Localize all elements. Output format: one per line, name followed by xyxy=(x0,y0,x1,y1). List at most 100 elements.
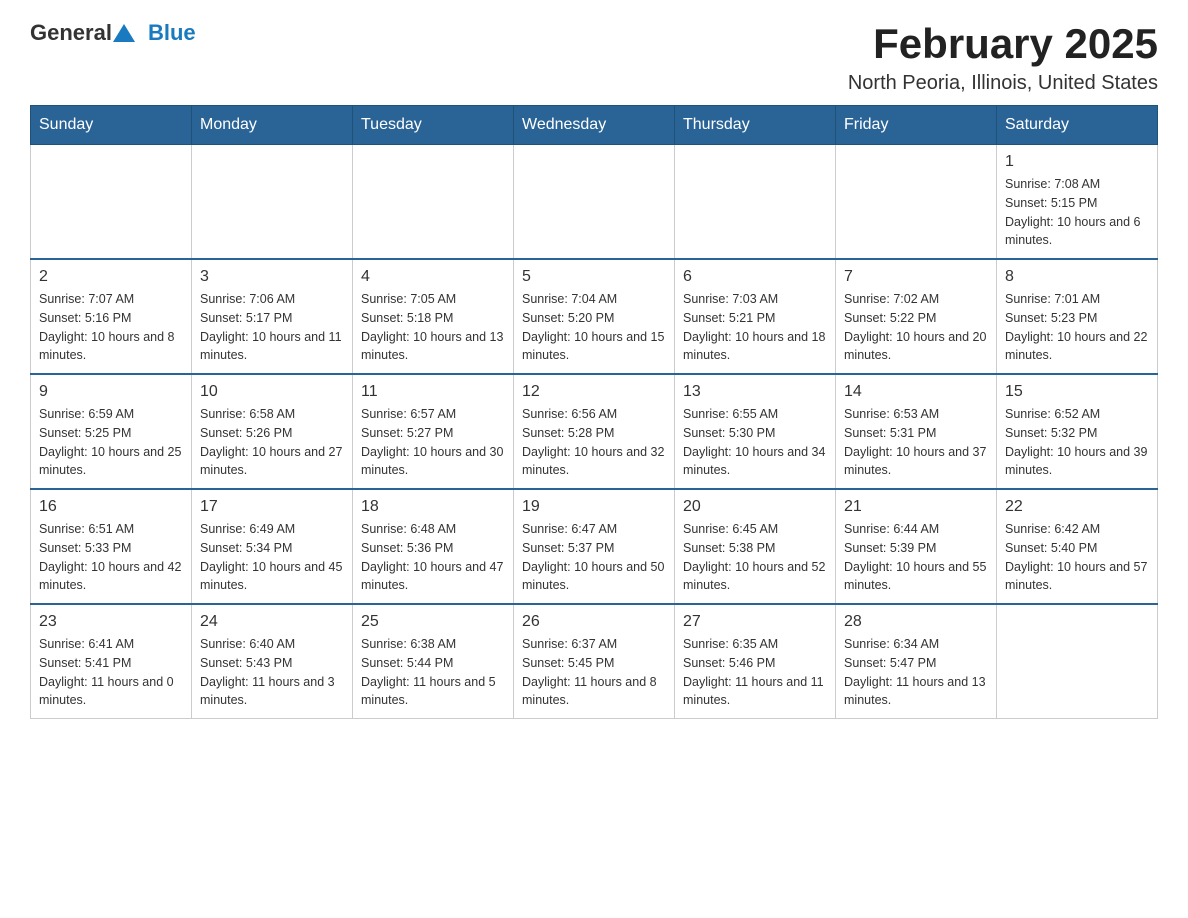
day-number: 23 xyxy=(39,613,183,631)
day-number: 25 xyxy=(361,613,505,631)
calendar-cell: 16 Sunrise: 6:51 AMSunset: 5:33 PMDayligh… xyxy=(31,489,192,604)
logo-text-general: General xyxy=(30,20,112,46)
calendar-cell: 14Sunrise: 6:53 AMSunset: 5:31 PMDayligh… xyxy=(836,374,997,489)
day-number: 17 xyxy=(200,498,344,516)
day-info: Sunrise: 7:01 AMSunset: 5:23 PMDaylight:… xyxy=(1005,290,1149,365)
day-info: Sunrise: 6:48 AMSunset: 5:36 PMDaylight:… xyxy=(361,520,505,595)
day-number: 16 xyxy=(39,498,183,516)
calendar-table: SundayMondayTuesdayWednesdayThursdayFrid… xyxy=(30,105,1158,719)
day-info: Sunrise: 7:06 AMSunset: 5:17 PMDaylight:… xyxy=(200,290,344,365)
day-number: 21 xyxy=(844,498,988,516)
day-number: 12 xyxy=(522,383,666,401)
calendar-week-row: 23 Sunrise: 6:41 AMSunset: 5:41 PMDayligh… xyxy=(31,604,1158,719)
day-number: 4 xyxy=(361,268,505,286)
day-number: 27 xyxy=(683,613,827,631)
calendar-cell: 12 Sunrise: 6:56 AMSunset: 5:28 PMDayligh… xyxy=(514,374,675,489)
calendar-cell: 1 Sunrise: 7:08 AMSunset: 5:15 PMDaylight… xyxy=(997,145,1158,260)
day-number: 19 xyxy=(522,498,666,516)
day-info: Sunrise: 6:40 AMSunset: 5:43 PMDaylight:… xyxy=(200,635,344,710)
day-info: Sunrise: 6:38 AMSunset: 5:44 PMDaylight:… xyxy=(361,635,505,710)
day-info: Sunrise: 7:04 AMSunset: 5:20 PMDaylight:… xyxy=(522,290,666,365)
calendar-header-saturday: Saturday xyxy=(997,106,1158,145)
page-header: General Blue February 2025 North Peoria,… xyxy=(30,20,1158,95)
month-title: February 2025 xyxy=(848,20,1158,68)
title-section: February 2025 North Peoria, Illinois, Un… xyxy=(848,20,1158,95)
calendar-cell: 13 Sunrise: 6:55 AMSunset: 5:30 PMDayligh… xyxy=(675,374,836,489)
day-info: Sunrise: 6:49 AMSunset: 5:34 PMDaylight:… xyxy=(200,520,344,595)
calendar-cell: 26Sunrise: 6:37 AMSunset: 5:45 PMDayligh… xyxy=(514,604,675,719)
calendar-week-row: 16 Sunrise: 6:51 AMSunset: 5:33 PMDayligh… xyxy=(31,489,1158,604)
day-info: Sunrise: 6:45 AMSunset: 5:38 PMDaylight:… xyxy=(683,520,827,595)
day-info: Sunrise: 6:35 AMSunset: 5:46 PMDaylight:… xyxy=(683,635,827,710)
calendar-cell: 25 Sunrise: 6:38 AMSunset: 5:44 PMDayligh… xyxy=(353,604,514,719)
day-number: 1 xyxy=(1005,153,1149,171)
day-info: Sunrise: 6:55 AMSunset: 5:30 PMDaylight:… xyxy=(683,405,827,480)
day-info: Sunrise: 6:57 AMSunset: 5:27 PMDaylight:… xyxy=(361,405,505,480)
calendar-cell xyxy=(353,145,514,260)
calendar-cell: 3 Sunrise: 7:06 AMSunset: 5:17 PMDaylight… xyxy=(192,259,353,374)
day-info: Sunrise: 6:53 AMSunset: 5:31 PMDaylight:… xyxy=(844,405,988,480)
logo: General Blue xyxy=(30,20,196,46)
calendar-header-friday: Friday xyxy=(836,106,997,145)
day-info: Sunrise: 7:03 AMSunset: 5:21 PMDaylight:… xyxy=(683,290,827,365)
day-info: Sunrise: 7:05 AMSunset: 5:18 PMDaylight:… xyxy=(361,290,505,365)
calendar-cell: 19 Sunrise: 6:47 AMSunset: 5:37 PMDayligh… xyxy=(514,489,675,604)
logo-text-blue: Blue xyxy=(148,20,196,46)
calendar-cell: 20 Sunrise: 6:45 AMSunset: 5:38 PMDayligh… xyxy=(675,489,836,604)
calendar-cell: 6 Sunrise: 7:03 AMSunset: 5:21 PMDaylight… xyxy=(675,259,836,374)
day-number: 3 xyxy=(200,268,344,286)
calendar-cell: 7 Sunrise: 7:02 AMSunset: 5:22 PMDaylight… xyxy=(836,259,997,374)
day-info: Sunrise: 7:07 AMSunset: 5:16 PMDaylight:… xyxy=(39,290,183,365)
day-number: 5 xyxy=(522,268,666,286)
day-number: 26 xyxy=(522,613,666,631)
day-info: Sunrise: 6:44 AMSunset: 5:39 PMDaylight:… xyxy=(844,520,988,595)
calendar-cell: 4 Sunrise: 7:05 AMSunset: 5:18 PMDaylight… xyxy=(353,259,514,374)
day-number: 11 xyxy=(361,383,505,401)
calendar-cell xyxy=(997,604,1158,719)
day-number: 20 xyxy=(683,498,827,516)
day-info: Sunrise: 6:51 AMSunset: 5:33 PMDaylight:… xyxy=(39,520,183,595)
calendar-cell: 9Sunrise: 6:59 AMSunset: 5:25 PMDaylight… xyxy=(31,374,192,489)
day-number: 2 xyxy=(39,268,183,286)
day-info: Sunrise: 6:41 AMSunset: 5:41 PMDaylight:… xyxy=(39,635,183,710)
day-number: 6 xyxy=(683,268,827,286)
calendar-cell: 23 Sunrise: 6:41 AMSunset: 5:41 PMDayligh… xyxy=(31,604,192,719)
calendar-cell: 24 Sunrise: 6:40 AMSunset: 5:43 PMDayligh… xyxy=(192,604,353,719)
calendar-header-monday: Monday xyxy=(192,106,353,145)
day-info: Sunrise: 7:08 AMSunset: 5:15 PMDaylight:… xyxy=(1005,175,1149,250)
calendar-header-thursday: Thursday xyxy=(675,106,836,145)
day-info: Sunrise: 6:42 AMSunset: 5:40 PMDaylight:… xyxy=(1005,520,1149,595)
day-info: Sunrise: 6:56 AMSunset: 5:28 PMDaylight:… xyxy=(522,405,666,480)
day-number: 28 xyxy=(844,613,988,631)
calendar-header-sunday: Sunday xyxy=(31,106,192,145)
day-number: 24 xyxy=(200,613,344,631)
location-title: North Peoria, Illinois, United States xyxy=(848,72,1158,95)
calendar-cell: 27 Sunrise: 6:35 AMSunset: 5:46 PMDayligh… xyxy=(675,604,836,719)
day-number: 13 xyxy=(683,383,827,401)
calendar-week-row: 9Sunrise: 6:59 AMSunset: 5:25 PMDaylight… xyxy=(31,374,1158,489)
calendar-cell: 8 Sunrise: 7:01 AMSunset: 5:23 PMDaylight… xyxy=(997,259,1158,374)
calendar-cell xyxy=(31,145,192,260)
calendar-cell xyxy=(514,145,675,260)
calendar-cell: 18Sunrise: 6:48 AMSunset: 5:36 PMDayligh… xyxy=(353,489,514,604)
day-number: 10 xyxy=(200,383,344,401)
calendar-cell: 10Sunrise: 6:58 AMSunset: 5:26 PMDayligh… xyxy=(192,374,353,489)
logo-triangle-icon xyxy=(113,22,135,44)
day-number: 22 xyxy=(1005,498,1149,516)
day-number: 8 xyxy=(1005,268,1149,286)
day-info: Sunrise: 6:34 AMSunset: 5:47 PMDaylight:… xyxy=(844,635,988,710)
calendar-cell: 17 Sunrise: 6:49 AMSunset: 5:34 PMDayligh… xyxy=(192,489,353,604)
day-number: 7 xyxy=(844,268,988,286)
day-info: Sunrise: 6:52 AMSunset: 5:32 PMDaylight:… xyxy=(1005,405,1149,480)
calendar-cell: 2 Sunrise: 7:07 AMSunset: 5:16 PMDaylight… xyxy=(31,259,192,374)
calendar-week-row: 1 Sunrise: 7:08 AMSunset: 5:15 PMDaylight… xyxy=(31,145,1158,260)
day-info: Sunrise: 6:59 AMSunset: 5:25 PMDaylight:… xyxy=(39,405,183,480)
calendar-cell: 28 Sunrise: 6:34 AMSunset: 5:47 PMDayligh… xyxy=(836,604,997,719)
calendar-cell: 11 Sunrise: 6:57 AMSunset: 5:27 PMDayligh… xyxy=(353,374,514,489)
day-info: Sunrise: 6:47 AMSunset: 5:37 PMDaylight:… xyxy=(522,520,666,595)
calendar-cell: 22 Sunrise: 6:42 AMSunset: 5:40 PMDayligh… xyxy=(997,489,1158,604)
calendar-cell xyxy=(675,145,836,260)
calendar-cell xyxy=(836,145,997,260)
day-info: Sunrise: 7:02 AMSunset: 5:22 PMDaylight:… xyxy=(844,290,988,365)
calendar-cell: 5 Sunrise: 7:04 AMSunset: 5:20 PMDaylight… xyxy=(514,259,675,374)
